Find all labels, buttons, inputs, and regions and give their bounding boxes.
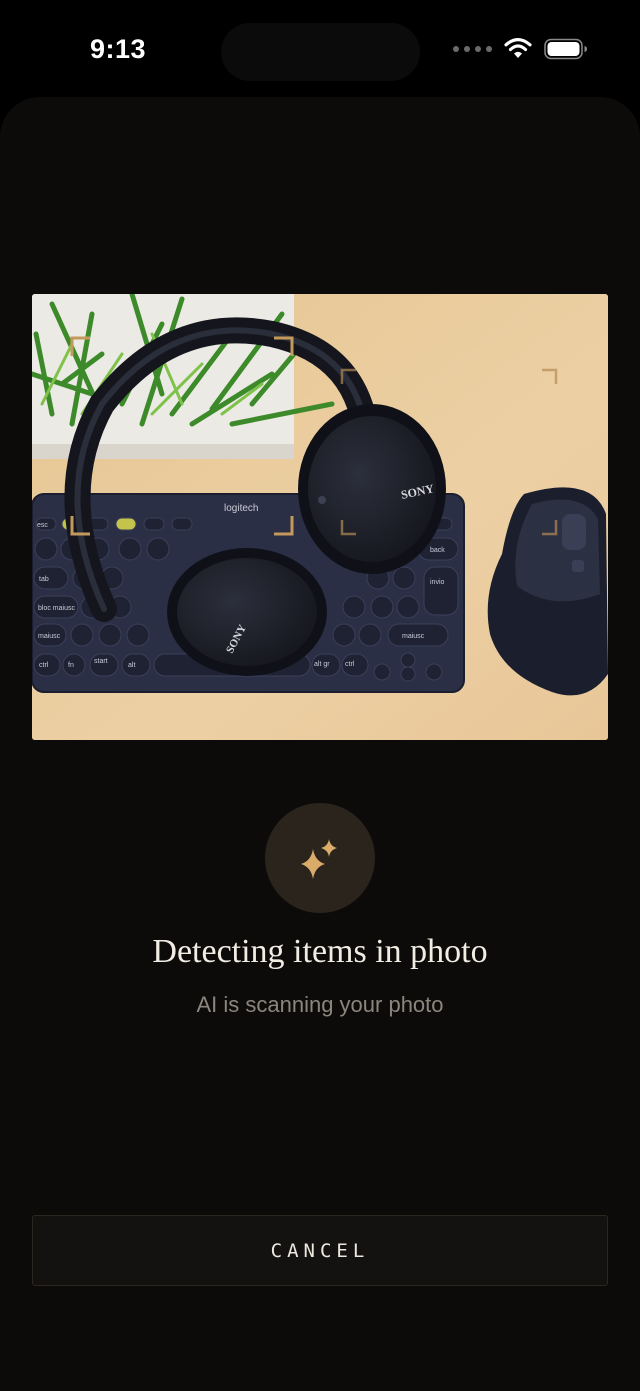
status-time: 9:13 [90,34,147,64]
svg-text:invio: invio [430,579,445,586]
cancel-button[interactable]: CANCEL [32,1215,608,1286]
wifi-icon [504,38,532,58]
svg-text:maiusc: maiusc [402,633,425,640]
battery-icon [544,38,587,60]
svg-text:fn: fn [68,662,74,669]
cellular-signal-icon [453,46,492,52]
detecting-title: Detecting items in photo [152,933,488,970]
svg-text:ctrl: ctrl [39,662,49,669]
svg-text:bloc maiusc: bloc maiusc [38,605,75,612]
sparkles-icon [301,839,337,879]
screen: 9:13 logitech esc tab bloc maiusc maiusc… [0,0,640,1391]
svg-text:esc: esc [37,522,48,529]
svg-text:maiusc: maiusc [38,633,61,640]
dynamic-island [221,23,420,81]
detecting-subtitle: AI is scanning your photo [196,992,444,1017]
svg-text:alt: alt [128,662,135,669]
scanned-photo: logitech esc tab bloc maiusc maiusc ctrl… [32,294,608,740]
detection-sheet [0,97,640,1391]
sparkles-badge [265,803,375,913]
svg-text:back: back [430,547,445,554]
svg-text:ctrl: ctrl [345,661,355,668]
svg-text:tab: tab [39,576,49,583]
svg-text:alt gr: alt gr [314,661,330,668]
status-bar: 9:13 [0,0,640,100]
status-icons [453,38,588,60]
keyboard-brand: logitech [224,503,258,514]
svg-text:start: start [94,658,108,665]
